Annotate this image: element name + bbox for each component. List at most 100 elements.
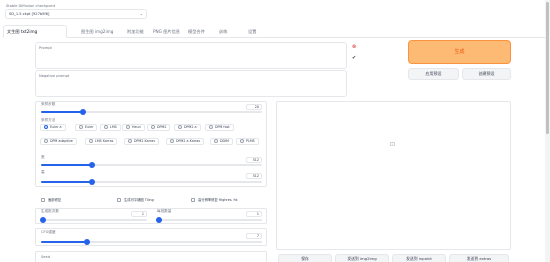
sampler-option-heun[interactable]: Heun	[122, 124, 145, 131]
save-button[interactable]: 保存	[278, 254, 332, 262]
checkbox-label: 高分辨率修复 Highres. fix	[198, 198, 238, 202]
option-label: Euler a	[50, 125, 62, 129]
sampler-option-ddim[interactable]: DDIM	[210, 138, 233, 145]
radio-dot	[151, 125, 155, 129]
checkbox-box	[191, 198, 195, 202]
apply-style-button[interactable]: 应用预设	[408, 68, 459, 80]
batch-panel	[35, 208, 267, 224]
sampler-option-dpm2-a-karras[interactable]: DPM2 a Karras	[166, 138, 205, 145]
scrollbar-thumb[interactable]	[546, 2, 549, 134]
radio-dot	[104, 125, 108, 129]
sampler-option-euler-a[interactable]: Euler a	[40, 124, 66, 131]
width-label: 宽	[41, 155, 45, 159]
tab-train[interactable]: 训练	[219, 29, 227, 35]
sampler-option-dpm2[interactable]: DPM2	[147, 124, 171, 131]
checkbox-restore-faces[interactable]: 面部修复	[41, 198, 61, 203]
tab-active-border	[3, 25, 67, 38]
sampler-option-plms[interactable]: PLMS	[236, 138, 259, 145]
cfg-panel	[35, 228, 267, 246]
option-label: DPM2 a Karras	[176, 139, 201, 143]
tab-png-info[interactable]: PNG 图片信息	[153, 29, 180, 35]
option-label: DPM2	[157, 125, 167, 129]
option-label: DDIM	[220, 139, 229, 143]
batch-size-value[interactable]: 1	[246, 211, 262, 217]
radio-dot	[214, 139, 218, 143]
height-slider[interactable]	[41, 179, 262, 185]
seed-label: Seed	[41, 255, 50, 259]
sampling-steps-slider[interactable]	[41, 109, 262, 115]
height-label: 高	[41, 170, 45, 174]
negative-prompt-placeholder: Negative prompt	[39, 74, 70, 78]
option-label: DPM2 Karras	[134, 139, 156, 143]
sampler-option-lms[interactable]: LMS	[100, 124, 121, 131]
radio-dot	[79, 125, 83, 129]
slider-fill	[41, 111, 83, 113]
tab-merge[interactable]: 模型合并	[188, 29, 205, 35]
batch-count-slider[interactable]	[40, 217, 147, 223]
batch-count-label: 生成批次数	[41, 209, 59, 213]
option-label: DPM2 a	[184, 125, 197, 129]
sampling-steps-value[interactable]: 20	[246, 104, 262, 110]
radio-dot	[240, 139, 244, 143]
checkpoint-value: SD_1.5.ckpt [927b5f6]	[9, 12, 50, 16]
sampler-option-lms-karras[interactable]: LMS Karras	[85, 138, 118, 145]
batch-count-value[interactable]: 1	[131, 211, 147, 217]
checkpoint-label: Stable Diffusion checkpoint	[6, 4, 56, 8]
checkbox-box	[117, 198, 121, 202]
option-label: DPM adaptive	[50, 139, 73, 143]
option-label: DPM fast	[215, 125, 230, 129]
radio-dot	[209, 125, 213, 129]
generate-button[interactable]: 生成	[408, 40, 511, 64]
send-to-extras-button[interactable]: 发送到 extras	[449, 254, 509, 262]
scrollbar-track[interactable]	[545, 0, 550, 262]
checkbox-box	[41, 198, 45, 202]
slider-fill	[41, 181, 92, 183]
width-value[interactable]: 512	[246, 157, 262, 163]
checkbox-label: 生成可平铺图 Tiling	[124, 198, 154, 202]
image-icon: ⊡	[390, 141, 396, 148]
option-label: Heun	[132, 125, 141, 129]
send-to-img2img-button[interactable]: 发送到 img2img	[335, 254, 389, 262]
send-to-inpaint-button[interactable]: 发送到 inpaint	[392, 254, 446, 262]
tab-settings[interactable]: 设置	[248, 29, 256, 35]
radio-dot	[44, 139, 48, 143]
height-value[interactable]: 512	[246, 173, 262, 179]
option-label: PLMS	[246, 139, 255, 143]
option-label: LMS Karras	[95, 139, 114, 143]
slider-thumb[interactable]	[79, 109, 86, 115]
batch-size-label: 每批数量	[157, 209, 172, 213]
sampler-option-dpm-fast[interactable]: DPM fast	[205, 124, 234, 131]
checkbox-tiling[interactable]: 生成可平铺图 Tiling	[117, 198, 154, 203]
output-image-area: ⊡	[276, 101, 511, 250]
sampler-option-dpm-adaptive[interactable]: DPM adaptive	[40, 138, 77, 145]
radio-dot	[44, 125, 48, 129]
tab-img2img[interactable]: 图生图 img2img	[81, 29, 113, 35]
slider-fill	[41, 164, 92, 166]
radio-dot	[170, 139, 174, 143]
trash-icon[interactable]: ⊗	[352, 44, 356, 50]
sampler-option-dpm2-a[interactable]: DPM2 a	[174, 124, 201, 131]
slider-fill	[41, 241, 88, 243]
prompt-input[interactable]: Prompt	[35, 42, 347, 69]
negative-prompt-input[interactable]: Negative prompt	[35, 70, 347, 97]
check-icon[interactable]: ✔	[352, 55, 356, 61]
radio-dot	[89, 139, 93, 143]
create-style-button[interactable]: 创建预设	[462, 68, 511, 80]
sampler-option-dpm2-karras[interactable]: DPM2 Karras	[124, 138, 160, 145]
batch-size-slider[interactable]	[156, 217, 262, 223]
radio-dot	[126, 125, 130, 129]
slider-thumb[interactable]	[88, 179, 95, 185]
prompt-placeholder: Prompt	[39, 46, 52, 50]
checkbox-highres-fix[interactable]: 高分辨率修复 Highres. fix	[191, 198, 238, 203]
tab-extras[interactable]: 附加功能	[127, 29, 144, 35]
generate-label: 生成	[454, 49, 465, 55]
cfg-value[interactable]: 7	[246, 233, 262, 239]
option-label: Euler	[85, 125, 94, 129]
sampler-option-euler[interactable]: Euler	[75, 124, 98, 131]
sampler-label: 采样方法	[41, 118, 56, 122]
width-slider[interactable]	[41, 162, 262, 168]
checkpoint-dropdown[interactable]: SD_1.5.ckpt [927b5f6] ⌄	[5, 9, 147, 19]
chevron-down-icon: ⌄	[139, 11, 143, 16]
cfg-slider[interactable]	[41, 239, 262, 245]
slider-thumb[interactable]	[88, 162, 95, 168]
